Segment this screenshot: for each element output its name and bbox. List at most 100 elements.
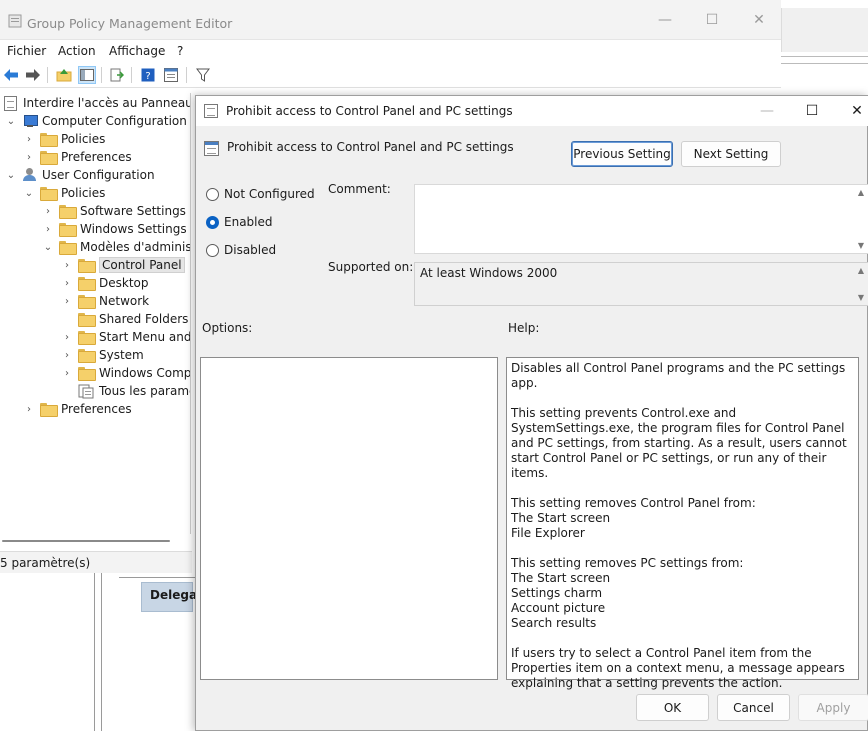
tree-item-gpo-root[interactable]: Interdire l'accès au Panneau de (4, 94, 191, 112)
radio-disabled[interactable]: Disabled (206, 243, 276, 257)
chevron-right-icon[interactable]: › (62, 278, 72, 289)
chevron-right-icon[interactable]: › (62, 260, 72, 271)
supported-on-label: Supported on: (328, 260, 414, 274)
tree-item-label: Windows Compo (99, 366, 191, 380)
next-setting-button[interactable]: Next Setting (681, 141, 781, 167)
dialog-title-bar: Prohibit access to Control Panel and PC … (196, 96, 868, 126)
tree-item-network[interactable]: › Network (62, 292, 149, 310)
apply-button[interactable]: Apply (798, 694, 868, 721)
dialog-close-button[interactable]: ✕ (834, 96, 868, 126)
scroll-down-icon[interactable]: ▼ (856, 293, 866, 302)
previous-setting-button[interactable]: Previous Setting (571, 141, 673, 167)
chevron-down-icon[interactable]: ⌄ (43, 242, 53, 253)
filter-icon[interactable] (194, 66, 212, 84)
tree-item-computer-configuration[interactable]: ⌄ Computer Configuration (6, 112, 187, 130)
folder-icon (78, 259, 96, 273)
tree-item-software-settings[interactable]: › Software Settings (43, 202, 186, 220)
folder-icon (40, 151, 58, 165)
title-bar: Group Policy Management Editor — ☐ ✕ (0, 0, 781, 40)
properties-icon[interactable] (162, 66, 180, 84)
background-window-divider (781, 56, 868, 86)
forward-arrow-icon[interactable] (24, 66, 42, 84)
radio-label: Enabled (224, 215, 273, 229)
chevron-right-icon[interactable]: › (24, 404, 34, 415)
folder-icon (78, 367, 96, 381)
chevron-right-icon[interactable]: › (43, 224, 53, 235)
folder-icon (59, 223, 77, 237)
chevron-right-icon[interactable]: › (24, 134, 34, 145)
chevron-right-icon[interactable]: › (24, 152, 34, 163)
tree-item-windows-settings[interactable]: › Windows Settings (43, 220, 187, 238)
comment-label: Comment: (328, 182, 391, 196)
tree-item-control-panel[interactable]: › Control Panel (62, 256, 185, 274)
menu-action[interactable]: Action (58, 44, 96, 58)
tree-item-label: Modèles d'administr (80, 240, 191, 254)
tree-item-user-policies[interactable]: ⌄ Policies (24, 184, 105, 202)
tree-horizontal-scrollbar[interactable] (0, 534, 191, 548)
dialog-minimize-button[interactable]: — (744, 96, 790, 126)
folder-icon (40, 403, 58, 417)
help-panel: Disables all Control Panel programs and … (506, 357, 859, 690)
user-icon (22, 168, 38, 182)
tree-item-label: Software Settings (80, 204, 186, 218)
policy-setting-dialog: Prohibit access to Control Panel and PC … (195, 95, 868, 731)
menu-fichier[interactable]: Fichier (7, 44, 46, 58)
scroll-down-icon[interactable]: ▼ (856, 241, 866, 250)
chevron-down-icon[interactable]: ⌄ (24, 188, 34, 199)
tree-item-start-menu[interactable]: › Start Menu and T (62, 328, 190, 346)
supported-on-field: At least Windows 2000 ▲ ▼ (414, 262, 868, 306)
ok-button[interactable]: OK (636, 694, 709, 721)
export-list-icon[interactable] (108, 66, 126, 84)
tree-item-computer-policies[interactable]: › Policies (24, 130, 105, 148)
help-icon[interactable]: ? (139, 66, 157, 84)
tree-item-label: System (99, 348, 144, 362)
tree-item-user-configuration[interactable]: ⌄ User Configuration (6, 166, 155, 184)
tree-item-all-settings[interactable]: Tous les paramèt (78, 382, 190, 400)
tree-item-shared-folders[interactable]: Shared Folders (78, 310, 188, 328)
menu-affichage[interactable]: Affichage (109, 44, 165, 58)
comment-scrollbar[interactable]: ▲ ▼ (856, 185, 866, 253)
tree-item-desktop[interactable]: › Desktop (62, 274, 149, 292)
navigation-tree: Interdire l'accès au Panneau de ⌄ Comput… (0, 93, 191, 548)
tree-item-label: Network (99, 294, 150, 308)
delegation-tab: Delegati (141, 582, 207, 612)
chevron-right-icon[interactable]: › (43, 206, 53, 217)
chevron-down-icon[interactable]: ⌄ (6, 116, 16, 127)
chevron-right-icon[interactable]: › (62, 296, 72, 307)
tree-item-admin-templates[interactable]: ⌄ Modèles d'administr (43, 238, 191, 256)
folder-icon (78, 349, 96, 363)
comment-textarea[interactable]: ▲ ▼ (414, 184, 868, 254)
chevron-right-icon[interactable]: › (62, 368, 72, 379)
radio-enabled[interactable]: Enabled (206, 215, 273, 229)
chevron-down-icon[interactable]: ⌄ (6, 170, 16, 181)
tree-item-windows-components[interactable]: › Windows Compo (62, 364, 191, 382)
radio-circle-icon (206, 187, 219, 201)
radio-label: Disabled (224, 243, 277, 257)
radio-not-configured[interactable]: Not Configured (206, 187, 315, 201)
scroll-up-icon[interactable]: ▲ (856, 266, 866, 275)
policy-editor-app-icon (8, 14, 22, 28)
supported-scrollbar[interactable]: ▲ ▼ (856, 263, 866, 305)
folder-icon (59, 205, 77, 219)
chevron-right-icon[interactable]: › (62, 350, 72, 361)
background-window-edge (781, 8, 868, 52)
maximize-button[interactable]: ☐ (689, 0, 735, 40)
tree-item-label: Interdire l'accès au Panneau de (23, 96, 191, 110)
back-arrow-icon[interactable] (2, 66, 20, 84)
menu-help[interactable]: ? (177, 44, 183, 58)
minimize-button[interactable]: — (642, 0, 688, 40)
tree-item-system[interactable]: › System (62, 346, 144, 364)
tree-item-user-preferences[interactable]: › Preferences (24, 400, 132, 418)
up-folder-icon[interactable] (55, 66, 73, 84)
toolbar: ? (0, 62, 781, 88)
policy-doc-icon (4, 95, 17, 111)
dialog-maximize-button[interactable]: ☐ (789, 96, 835, 126)
scroll-up-icon[interactable]: ▲ (856, 188, 866, 197)
close-button[interactable]: ✕ (736, 0, 782, 40)
cancel-button[interactable]: Cancel (717, 694, 790, 721)
setting-name: Prohibit access to Control Panel and PC … (227, 140, 514, 154)
status-text: 5 paramètre(s) (0, 556, 91, 570)
show-hide-tree-icon[interactable] (78, 66, 96, 84)
chevron-right-icon[interactable]: › (62, 332, 72, 343)
tree-item-computer-preferences[interactable]: › Preferences (24, 148, 132, 166)
